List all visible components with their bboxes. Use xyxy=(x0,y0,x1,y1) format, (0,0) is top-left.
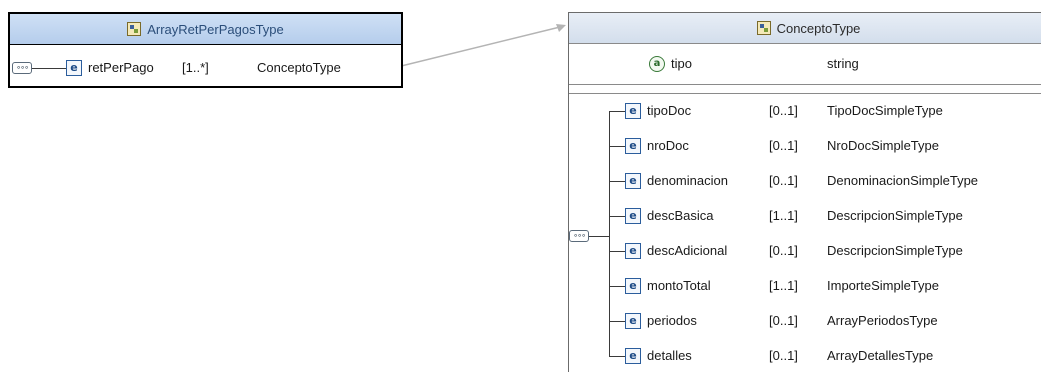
element-icon: e xyxy=(625,208,641,224)
element-name: descAdicional xyxy=(647,243,728,258)
tree-connector xyxy=(609,181,625,182)
tree-connector xyxy=(32,68,66,69)
element-icon: e xyxy=(625,278,641,294)
element-sequence: ∘∘∘ e tipoDoc [0..1] TipoDocSimpleType e… xyxy=(569,93,1041,372)
element-type: TipoDocSimpleType xyxy=(827,103,943,118)
element-type: ImporteSimpleType xyxy=(827,278,939,293)
complex-type-icon xyxy=(756,21,771,35)
tree-connector xyxy=(609,286,625,287)
tree-connector xyxy=(609,111,625,112)
element-cardinality: [0..1] xyxy=(769,173,798,188)
element-name: denominacion xyxy=(647,173,728,188)
complex-type-icon xyxy=(127,22,142,36)
element-icon: e xyxy=(625,173,641,189)
sequence-compositor-icon[interactable]: ∘∘∘ xyxy=(12,62,32,74)
tree-connector xyxy=(609,146,625,147)
complex-type-concepto[interactable]: ConceptoType a tipo string ∘∘∘ e tipoDoc… xyxy=(568,12,1041,372)
complex-type-title: ArrayRetPerPagosType xyxy=(147,21,284,37)
element-icon: e xyxy=(625,138,641,154)
connector-arrowhead xyxy=(556,24,566,32)
attribute-type: string xyxy=(827,56,859,71)
element-type: ArrayPeriodosType xyxy=(827,313,938,328)
element-icon: e xyxy=(625,243,641,259)
element-icon: e xyxy=(625,103,641,119)
element-type: ArrayDetallesType xyxy=(827,348,934,363)
sequence-compositor-icon[interactable]: ∘∘∘ xyxy=(569,230,589,242)
tree-connector xyxy=(609,321,625,322)
element-type: DenominacionSimpleType xyxy=(827,173,979,188)
sequence-spine xyxy=(609,111,610,356)
element-row[interactable]: ∘∘∘ e retPerPago [1..*] ConceptoType xyxy=(10,60,401,84)
element-name: descBasica xyxy=(647,208,714,223)
complex-type-array-ret-per-pagos[interactable]: ArrayRetPerPagosType ∘∘∘ e retPerPago [1… xyxy=(8,12,403,88)
element-name: detalles xyxy=(647,348,692,363)
element-icon: e xyxy=(625,313,641,329)
element-name: nroDoc xyxy=(647,138,689,153)
complex-type-header: ArrayRetPerPagosType xyxy=(10,14,401,45)
element-type: DescripcionSimpleType xyxy=(827,208,963,223)
attribute-name: tipo xyxy=(671,56,692,71)
element-cardinality: [0..1] xyxy=(769,138,798,153)
tree-connector xyxy=(609,216,625,217)
element-cardinality: [0..1] xyxy=(769,103,798,118)
connector-line xyxy=(384,26,561,71)
element-cardinality: [0..1] xyxy=(769,243,798,258)
element-name: tipoDoc xyxy=(647,103,692,118)
attribute-icon: a xyxy=(649,56,665,72)
element-cardinality: [0..1] xyxy=(769,348,798,363)
element-icon: e xyxy=(625,348,641,364)
complex-type-title: ConceptoType xyxy=(776,20,861,36)
tree-connector xyxy=(609,356,625,357)
tree-connector xyxy=(609,251,625,252)
element-cardinality: [1..1] xyxy=(769,208,798,223)
element-name: montoTotal xyxy=(647,278,711,293)
element-cardinality: [0..1] xyxy=(769,313,798,328)
element-name: periodos xyxy=(647,313,697,328)
element-cardinality: [1..*] xyxy=(182,60,209,75)
element-type: ConceptoType xyxy=(257,60,341,75)
element-icon: e xyxy=(66,60,82,76)
element-name: retPerPago xyxy=(88,60,154,75)
element-type: NroDocSimpleType xyxy=(827,138,939,153)
complex-type-header: ConceptoType xyxy=(569,13,1041,44)
element-type: DescripcionSimpleType xyxy=(827,243,963,258)
attribute-row[interactable]: a tipo string xyxy=(569,44,1041,85)
element-cardinality: [1..1] xyxy=(769,278,798,293)
sequence-branch xyxy=(589,236,609,237)
